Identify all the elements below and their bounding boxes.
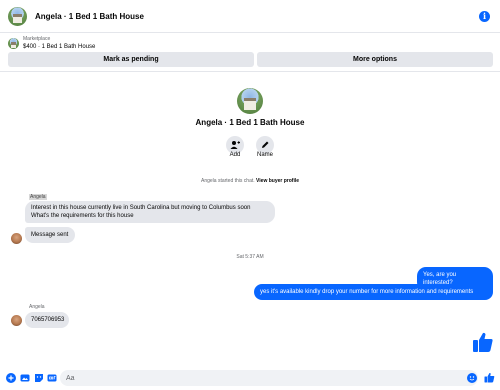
outgoing-message[interactable]: yes it's available kindly drop your numb… — [254, 284, 493, 300]
divider — [0, 71, 500, 72]
incoming-message[interactable]: Interest in this house currently live in… — [25, 201, 275, 223]
listing-avatar[interactable] — [8, 6, 27, 26]
thumbs-up-icon[interactable] — [484, 372, 495, 383]
profile-name: Angela · 1 Bed 1 Bath House — [195, 118, 305, 127]
chat-started-notice: Angela started this chat. View buyer pro… — [0, 178, 500, 184]
message-composer — [0, 367, 500, 389]
message-line: What's the requirements for this house — [31, 213, 134, 219]
listing-price-title: $400 · 1 Bed 1 Bath House — [23, 44, 96, 50]
listing-text: Marketplace $400 · 1 Bed 1 Bath House — [23, 35, 95, 51]
profile-avatar[interactable] — [237, 88, 263, 114]
sender-name: Angela — [29, 194, 47, 200]
listing-thumbnail — [8, 37, 19, 49]
sticker-icon[interactable] — [33, 372, 44, 383]
conversation-header: Angela · 1 Bed 1 Bath House — [0, 0, 500, 33]
add-label: Add — [229, 152, 241, 158]
message-line: Interest in this house currently live in… — [31, 205, 251, 211]
gif-icon[interactable] — [46, 372, 57, 383]
more-options-button[interactable]: More options — [257, 52, 493, 67]
add-person-icon — [230, 141, 240, 149]
mark-as-pending-button[interactable]: Mark as pending — [8, 52, 254, 67]
info-icon[interactable]: i — [479, 11, 490, 22]
marketplace-label: Marketplace — [23, 36, 51, 42]
incoming-message[interactable]: Message sent — [25, 227, 75, 243]
sender-name: Angela — [29, 304, 45, 310]
emoji-icon[interactable] — [467, 373, 477, 383]
view-buyer-profile-link[interactable]: View buyer profile — [256, 178, 299, 184]
sender-avatar[interactable] — [11, 233, 22, 244]
message-timestamp: Sat 5:37 AM — [236, 254, 264, 260]
photo-icon[interactable] — [19, 372, 30, 383]
name-label: Name — [256, 152, 273, 158]
chat-started-text: Angela started this chat. — [200, 178, 255, 184]
marketplace-listing[interactable]: Marketplace $400 · 1 Bed 1 Bath House — [0, 33, 500, 53]
conversation-title[interactable]: Angela · 1 Bed 1 Bath House — [35, 12, 144, 21]
sender-avatar[interactable] — [11, 315, 22, 326]
message-input[interactable] — [60, 370, 478, 386]
thumbs-up-icon[interactable] — [472, 331, 494, 353]
incoming-message[interactable]: 7065706953 — [25, 312, 69, 328]
plus-circle-icon[interactable] — [5, 372, 16, 383]
pencil-icon — [262, 141, 269, 148]
